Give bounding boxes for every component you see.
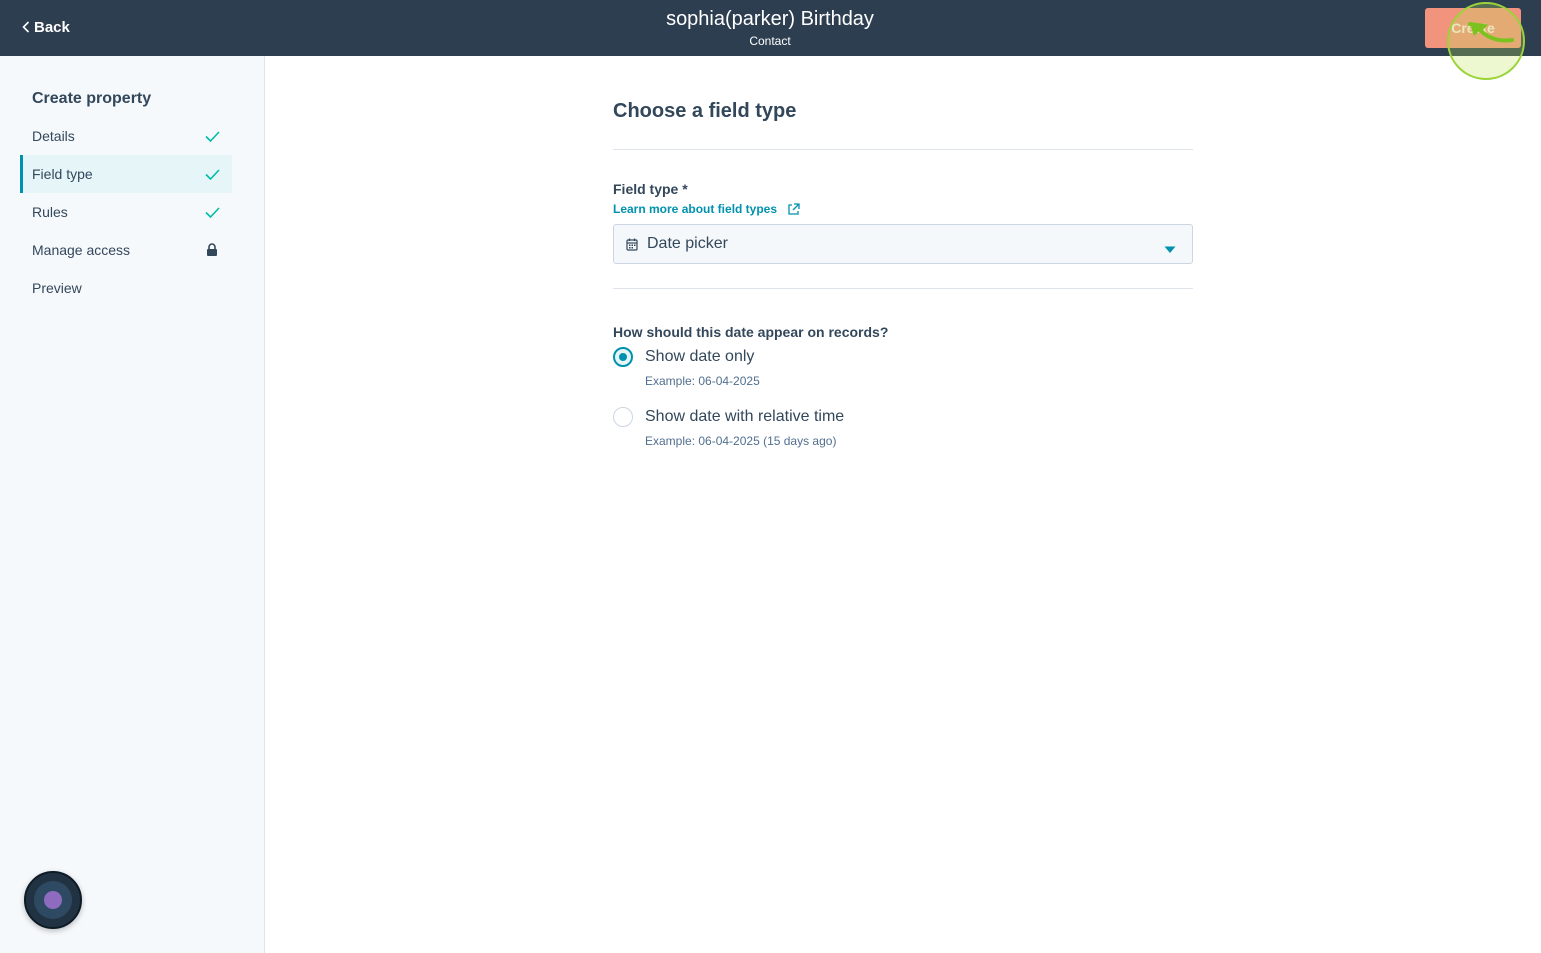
sidebar-item-label: Rules: [32, 204, 68, 220]
sidebar: Create property Details Field type Rules…: [0, 56, 265, 953]
assistant-icon: [44, 891, 62, 909]
check-icon: [204, 129, 220, 143]
caret-down-icon: [1164, 241, 1176, 259]
radio-show-date-relative[interactable]: Show date with relative time: [613, 407, 844, 427]
check-icon: [204, 167, 220, 181]
lock-icon: [204, 243, 220, 257]
learn-more-link[interactable]: Learn more about field types: [613, 202, 800, 216]
top-bar: Back sophia(parker) Birthday Contact Cre…: [0, 0, 1541, 56]
divider: [613, 288, 1193, 289]
sidebar-item-details[interactable]: Details: [20, 117, 232, 155]
calendar-icon: [626, 238, 638, 251]
radio-show-date-only[interactable]: Show date only: [613, 347, 754, 367]
radio-button[interactable]: [613, 407, 633, 427]
back-label: Back: [34, 18, 70, 36]
radio-example: Example: 06-04-2025 (15 days ago): [645, 434, 837, 448]
sidebar-item-label: Details: [32, 128, 75, 144]
back-button[interactable]: Back: [22, 16, 70, 38]
sidebar-item-manage-access[interactable]: Manage access: [20, 231, 232, 269]
sidebar-item-label: Field type: [32, 166, 93, 182]
page-subtitle: Contact: [749, 34, 791, 48]
field-type-label: Field type *: [613, 181, 688, 197]
check-icon: [204, 205, 220, 219]
field-type-value: Date picker: [647, 235, 728, 252]
section-title: Choose a field type: [613, 100, 797, 122]
page-title: sophia(parker) Birthday: [666, 8, 874, 30]
chevron-left-icon: [22, 21, 30, 33]
create-button[interactable]: Create: [1425, 8, 1521, 48]
sidebar-item-label: Preview: [32, 280, 82, 296]
chat-launcher-button[interactable]: [24, 871, 82, 929]
sidebar-item-field-type[interactable]: Field type: [20, 155, 232, 193]
sidebar-item-label: Manage access: [32, 242, 131, 258]
divider: [613, 149, 1193, 150]
external-link-icon: [788, 202, 800, 215]
sidebar-heading: Create property: [32, 90, 152, 107]
radio-button[interactable]: [613, 347, 633, 367]
sidebar-item-rules[interactable]: Rules: [20, 193, 232, 231]
date-display-question: How should this date appear on records?: [613, 324, 889, 340]
page-header: sophia(parker) Birthday Contact: [570, 6, 970, 49]
field-type-select[interactable]: Date picker: [613, 224, 1193, 264]
radio-label: Show date with relative time: [645, 408, 845, 425]
learn-more-label: Learn more about field types: [613, 202, 778, 216]
radio-example: Example: 06-04-2025: [645, 374, 760, 388]
sidebar-item-preview[interactable]: Preview: [20, 269, 232, 307]
radio-label: Show date only: [645, 348, 755, 365]
